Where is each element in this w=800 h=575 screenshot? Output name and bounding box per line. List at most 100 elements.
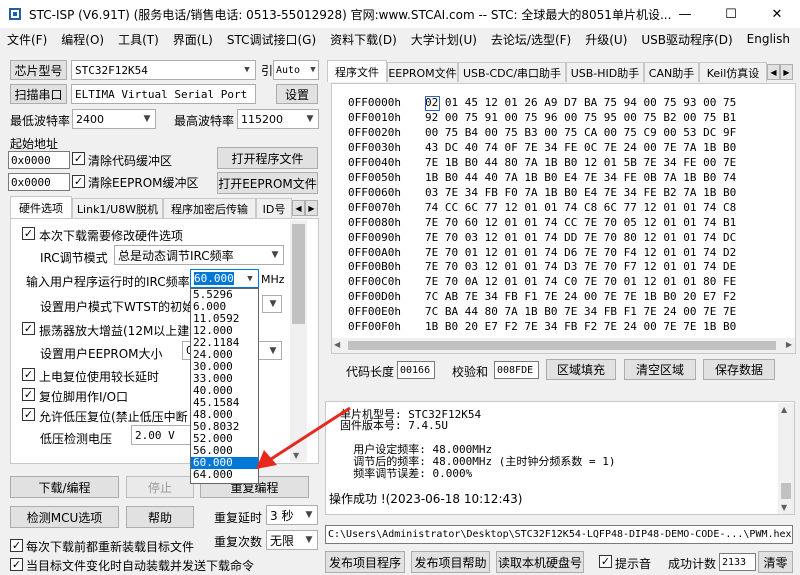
min-baud-select[interactable]: 2400 ▼	[72, 109, 156, 129]
osc-gain-checkbox[interactable]: ✓	[22, 322, 35, 335]
minimize-button[interactable]: —	[662, 0, 708, 28]
hex-row[interactable]: 0FF00D0h 7C AB 7E 34 FB F1 7E 24 00 7E 7E…	[348, 290, 736, 304]
hex-bytes: 1B B0 44 40 7A 1B B0 E4 7E 34 FE 0B 7A 1…	[425, 170, 737, 184]
menu-usb-driver[interactable]: USB驱动程序(D)	[634, 31, 739, 48]
open-program-file-button[interactable]: 打开程序文件	[217, 147, 318, 169]
pin-count-select[interactable]: Auto ▼	[273, 60, 319, 80]
modify-options-checkbox[interactable]: ✓	[22, 227, 35, 240]
menu-tools[interactable]: 工具(T)	[111, 31, 166, 48]
hex-row[interactable]: 0FF00A0h 7E 70 01 12 01 01 74 D6 7E 70 F4…	[348, 246, 736, 260]
code-address-input[interactable]: 0x0000	[8, 151, 70, 169]
auto-load-checkbox[interactable]: ✓	[10, 558, 23, 571]
chip-model-button[interactable]: 芯片型号	[10, 60, 67, 80]
fill-region-button[interactable]: 区域填充	[546, 359, 616, 380]
right-tab-scroll-left-icon[interactable]: ◀	[767, 64, 780, 80]
detect-mcu-button[interactable]: 检测MCU选项	[10, 506, 119, 528]
scan-port-button[interactable]: 扫描串口	[10, 84, 67, 104]
wtst-select[interactable]: ▼	[262, 295, 282, 313]
tab-hardware-options[interactable]: 硬件选项	[10, 196, 72, 218]
hex-row[interactable]: 0FF00E0h 7C BA 44 80 7A 1B B0 7E 34 FB F1…	[348, 305, 736, 319]
tab-program-file[interactable]: 程序文件	[327, 60, 387, 82]
max-baud-select[interactable]: 115200 ▼	[237, 109, 319, 129]
hex-bytes: 7E 70 60 12 01 01 74 CC 7E 70 05 12 01 0…	[425, 215, 737, 229]
tab-keil-emulation[interactable]: Keil仿真设	[699, 62, 767, 82]
eeprom-address-input[interactable]: 0x0000	[8, 173, 70, 191]
tab-id-number[interactable]: ID号	[256, 198, 292, 218]
repeat-count-select[interactable]: 无限 ▼	[266, 530, 318, 550]
help-button[interactable]: 帮助	[126, 506, 194, 528]
log-scrollbar-thumb[interactable]	[781, 483, 791, 499]
reset-count-button[interactable]: 清零	[758, 551, 793, 573]
open-eeprom-file-button[interactable]: 打开EEPROM文件	[217, 172, 318, 194]
scrollbar-thumb[interactable]	[292, 224, 305, 324]
chip-model-select[interactable]: STC32F12K54 ▼	[71, 60, 256, 80]
hex-row[interactable]: 0FF0090h 7E 70 03 12 01 01 74 DD 7E 70 80…	[348, 231, 736, 245]
scroll-up-arrow-icon[interactable]: ▲	[781, 405, 787, 414]
menu-downloads[interactable]: 资料下载(D)	[323, 31, 404, 48]
hex-row[interactable]: 0FF0070h 74 CC 6C 77 12 01 01 74 C8 6C 77…	[348, 201, 736, 215]
menu-forum[interactable]: 去论坛/选型(F)	[484, 31, 578, 48]
tab-eeprom-file[interactable]: EEPROM文件	[387, 62, 458, 82]
hex-bytes: 7E 1B B0 44 80 7A 1B B0 12 01 5B 7E 34 F…	[425, 155, 737, 169]
reset-pin-checkbox[interactable]: ✓	[22, 388, 35, 401]
publish-help-button[interactable]: 发布项目帮助	[411, 551, 490, 573]
publish-project-button[interactable]: 发布项目程序	[325, 551, 405, 573]
hex-row[interactable]: 0FF00B0h 7E 70 03 12 01 01 74 D3 7E 70 F7…	[348, 260, 736, 274]
lvd-reset-checkbox[interactable]: ✓	[22, 408, 35, 421]
menu-debug-interface[interactable]: STC调试接口(G)	[220, 31, 323, 48]
tab-scroll-right-icon[interactable]: ▶	[305, 200, 318, 216]
menu-interface[interactable]: 界面(L)	[166, 31, 220, 48]
menu-university[interactable]: 大学计划(U)	[404, 31, 484, 48]
reload-before-checkbox[interactable]: ✓	[10, 539, 23, 552]
hex-row[interactable]: 0FF0050h 1B B0 44 40 7A 1B B0 E4 7E 34 FE…	[348, 171, 736, 185]
beep-checkbox[interactable]: ✓	[599, 555, 612, 568]
clear-code-checkbox[interactable]: ✓	[72, 152, 85, 165]
port-select[interactable]: ELTIMA Virtual Serial Port (CC	[71, 84, 256, 104]
irc-frequency-dropdown[interactable]: 5.5296 6.000 11.0592 12.000 22.1184 24.000 30.…	[190, 288, 259, 484]
scroll-down-arrow-icon[interactable]: ▼	[781, 503, 787, 512]
irc-frequency-select[interactable]: 60.000 ▼	[190, 269, 259, 288]
close-button[interactable]: ✕	[754, 0, 800, 28]
download-program-button[interactable]: 下载/编程	[10, 476, 119, 498]
hex-row[interactable]: 0FF0040h 7E 1B B0 44 80 7A 1B B0 12 01 5B…	[348, 156, 736, 170]
hex-scrollbar-thumb[interactable]	[348, 341, 776, 350]
log-scrollbar[interactable]: ▲ ▼	[778, 403, 794, 514]
right-tab-scroll-right-icon[interactable]: ▶	[780, 64, 793, 80]
file-path-field[interactable]: C:\Users\Administrator\Desktop\STC32F12K…	[325, 525, 793, 544]
tab-encrypted-transfer[interactable]: 程序加密后传输	[163, 198, 256, 218]
lvd-voltage-select[interactable]: 2.00 V	[131, 425, 191, 445]
menu-english[interactable]: English	[740, 32, 797, 46]
hex-row[interactable]: 0FF00C0h 7E 70 0A 12 01 01 74 C0 7E 70 01…	[348, 275, 736, 289]
menu-program[interactable]: 编程(O)	[54, 31, 111, 48]
menu-file[interactable]: 文件(F)	[0, 31, 54, 48]
port-value: ELTIMA Virtual Serial Port (CC	[75, 87, 256, 101]
por-delay-checkbox[interactable]: ✓	[22, 368, 35, 381]
hex-row[interactable]: 0FF0010h 92 00 75 91 00 75 96 00 75 95 00…	[348, 111, 736, 125]
save-data-button[interactable]: 保存数据	[703, 359, 775, 380]
clear-eeprom-checkbox[interactable]: ✓	[72, 175, 85, 188]
menu-upgrade[interactable]: 升级(U)	[578, 31, 634, 48]
hex-row[interactable]: 0FF0080h 7E 70 60 12 01 01 74 CC 7E 70 05…	[348, 216, 736, 230]
hex-row[interactable]: 0FF00F0h 1B B0 20 E7 F2 7E 34 FB F2 7E 24…	[348, 320, 736, 334]
irc-mode-select[interactable]: 总是动态调节IRC频率 ▼	[114, 245, 284, 265]
hex-horizontal-scrollbar[interactable]: ◀ ▶	[332, 338, 795, 353]
scroll-left-arrow-icon[interactable]: ◀	[334, 340, 340, 349]
scroll-right-arrow-icon[interactable]: ▶	[786, 340, 792, 349]
clear-region-button[interactable]: 清空区域	[624, 359, 696, 380]
tab-can[interactable]: CAN助手	[644, 62, 699, 82]
hex-row[interactable]: 0FF0000h 02 01 45 12 01 26 A9 D7 BA 75 94…	[348, 96, 736, 110]
hex-row[interactable]: 0FF0060h 03 7E 34 FB F0 7A 1B B0 E4 7E 34…	[348, 186, 736, 200]
hex-row[interactable]: 0FF0020h 00 75 B4 00 75 B3 00 75 CA 00 75…	[348, 126, 736, 140]
read-disk-id-button[interactable]: 读取本机硬盘号	[496, 551, 584, 573]
stop-button[interactable]: 停止	[126, 476, 194, 498]
hex-row[interactable]: 0FF0030h 43 DC 40 74 0F 7E 34 FE 0C 7E 24…	[348, 141, 736, 155]
tab-usb-hid[interactable]: USB-HID助手	[566, 62, 644, 82]
tab-usb-cdc-serial[interactable]: USB-CDC/串口助手	[458, 62, 566, 82]
hex-editor[interactable]: 0FF0000h 02 01 45 12 01 26 A9 D7 BA 75 94…	[331, 83, 796, 354]
tab-link1-offline[interactable]: Link1/U8W脱机	[72, 198, 163, 218]
tab-scroll-left-icon[interactable]: ◀	[292, 200, 305, 216]
repeat-delay-select[interactable]: 3 秒 ▼	[266, 505, 318, 525]
settings-button[interactable]: 设置	[276, 84, 318, 104]
maximize-button[interactable]: ☐	[708, 0, 754, 28]
frequency-option[interactable]: 64.000	[191, 469, 258, 481]
